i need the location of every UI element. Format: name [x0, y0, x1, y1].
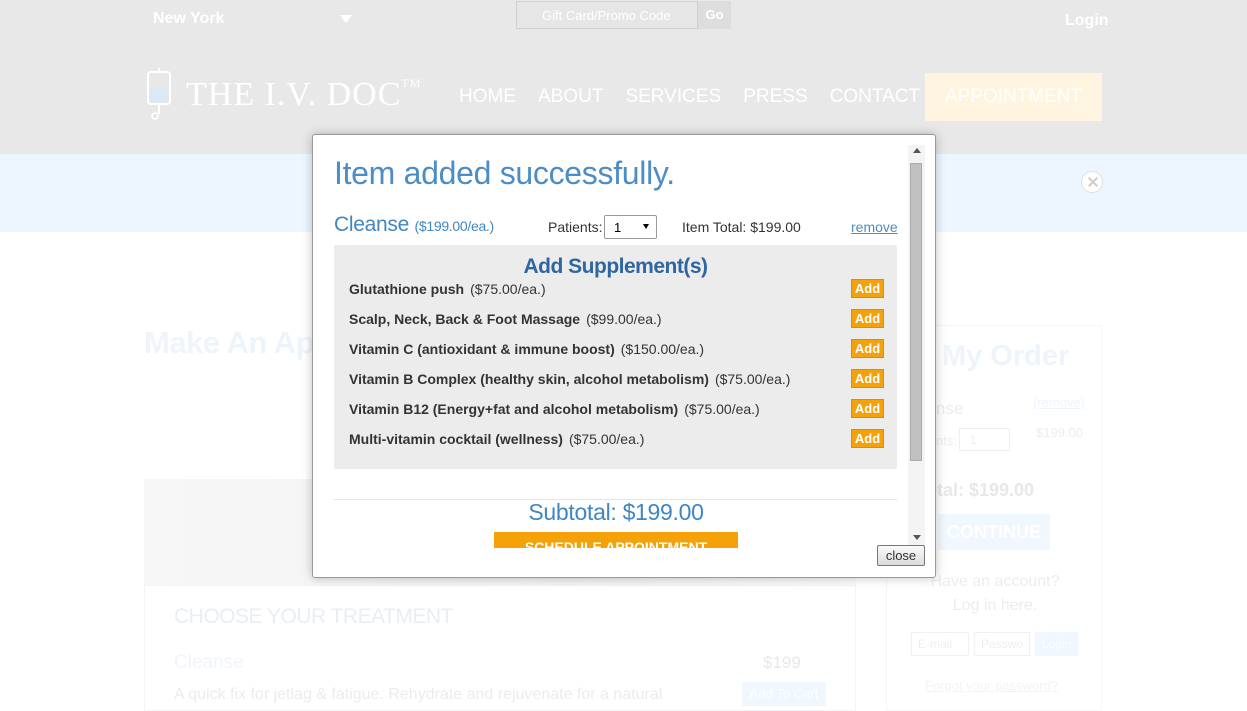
supplement-name: Vitamin B12 (Energy+fat and alcohol meta…	[349, 401, 760, 417]
promo-go-button[interactable]: Go	[698, 1, 731, 29]
order-total: otal: $199.00	[926, 480, 1035, 500]
add-to-cart-button[interactable]: Add To Cart	[742, 682, 826, 706]
log-in-here-line: Log in here.	[952, 597, 1038, 614]
supplement-price: ($75.00/ea.)	[470, 281, 546, 297]
have-account-line: Have an account?	[930, 573, 1060, 590]
city-select[interactable]: New York	[153, 10, 353, 30]
close-button[interactable]: close	[877, 545, 925, 566]
schedule-appointment-button[interactable]: SCHEDULE APPOINTMENT	[494, 532, 738, 548]
forgot-password-link[interactable]: Forgot your password?	[925, 678, 1058, 693]
modal-scrollbar[interactable]	[908, 145, 925, 545]
supplement-row: Glutathione push ($75.00/ea.) Add	[349, 279, 884, 301]
password-field[interactable]: Passwo	[974, 632, 1030, 656]
treatment-description: A quick fix for jetlag & fatigue. Rehydr…	[174, 686, 663, 703]
modal-item-unit-price: ($199.00/ea.)	[414, 218, 495, 234]
brand-logo[interactable]: THE I.V. DOCTM	[186, 76, 421, 114]
order-patients-select[interactable]: 1	[959, 428, 1010, 451]
header-login-link[interactable]: Login	[1065, 12, 1109, 30]
treatment-price: $199	[763, 653, 801, 672]
supplement-name: Vitamin C (antioxidant & immune boost) ($…	[349, 341, 704, 357]
scroll-up-icon[interactable]	[913, 148, 921, 153]
chevron-down-icon[interactable]	[643, 224, 649, 229]
modal-item-title: Cleanse	[334, 213, 409, 236]
supplement-label: Vitamin B Complex (healthy skin, alcohol…	[349, 371, 709, 387]
supplements-panel: Add Supplement(s) Glutathione push ($75.0…	[334, 245, 897, 469]
promo-code-input[interactable]: Gift Card/Promo Code	[516, 1, 698, 29]
supplement-price: ($99.00/ea.)	[586, 311, 662, 327]
order-item-name: nse	[936, 399, 964, 418]
email-field[interactable]: E-mail	[911, 632, 969, 656]
treatment-heading: CHOOSE YOUR TREATMENT	[174, 605, 453, 628]
nav-about[interactable]: ABOUT	[538, 86, 603, 108]
supplement-label: Multi-vitamin cocktail (wellness)	[349, 431, 563, 447]
continue-button[interactable]: CONTINUE	[938, 514, 1050, 550]
patients-select[interactable]: 1	[604, 215, 657, 239]
sidebar-login-button[interactable]: Login	[1035, 632, 1078, 656]
supplement-price: ($150.00/ea.)	[620, 341, 705, 357]
supplement-label: Glutathione push	[349, 281, 465, 297]
supplement-row: Vitamin B Complex (healthy skin, alcohol…	[349, 369, 884, 391]
subtotal: Subtotal: $199.00	[528, 499, 704, 525]
close-icon[interactable]	[1081, 171, 1103, 193]
appointment-button[interactable]: APPOINTMENT	[925, 73, 1102, 121]
supplement-price: ($75.00/ea.)	[568, 431, 645, 447]
supplement-row: Vitamin C (antioxidant & immune boost) ($…	[349, 339, 884, 361]
supplement-label: Scalp, Neck, Back & Foot Massage	[349, 311, 581, 327]
treatment-name: Cleanse	[174, 652, 244, 673]
order-remove-link[interactable]: (remove)	[1033, 395, 1085, 410]
supplement-row: Vitamin B12 (Energy+fat and alcohol meta…	[349, 399, 884, 421]
scroll-thumb[interactable]	[910, 163, 922, 461]
order-patients-label: nts:	[936, 433, 957, 448]
add-supplement-button[interactable]: Add	[851, 279, 884, 298]
supplement-row: Scalp, Neck, Back & Foot Massage ($99.00/…	[349, 309, 884, 331]
nav-home[interactable]: HOME	[459, 86, 516, 108]
supplement-name: Multi-vitamin cocktail (wellness) ($75.00…	[349, 431, 644, 447]
nav-services[interactable]: SERVICES	[625, 86, 721, 108]
supplement-name: Vitamin B Complex (healthy skin, alcohol…	[349, 371, 790, 387]
item-added-modal: Item added successfully. Cleanse ($199.0…	[312, 134, 936, 578]
supplement-name: Scalp, Neck, Back & Foot Massage ($99.00/…	[349, 311, 662, 327]
iv-bag-logo-icon	[147, 68, 171, 120]
order-title: My Order	[942, 340, 1070, 372]
nav-press[interactable]: PRESS	[743, 86, 807, 108]
item-total: Item Total: $199.00	[682, 219, 801, 235]
remove-item-link[interactable]: remove	[851, 219, 898, 235]
main-nav: HOME ABOUT SERVICES PRESS CONTACT	[459, 86, 920, 108]
supplement-price: ($75.00/ea.)	[684, 401, 760, 417]
add-supplement-button[interactable]: Add	[851, 399, 884, 418]
add-supplement-button[interactable]: Add	[851, 309, 884, 328]
add-supplement-button[interactable]: Add	[851, 369, 884, 388]
nav-contact[interactable]: CONTACT	[830, 86, 920, 108]
add-supplement-button[interactable]: Add	[851, 339, 884, 358]
scroll-down-icon[interactable]	[913, 535, 921, 540]
modal-title: Item added successfully.	[334, 155, 675, 191]
order-item-price: $199.00	[1036, 425, 1083, 440]
supplements-title: Add Supplement(s)	[523, 255, 709, 278]
supplement-name: Glutathione push ($75.00/ea.)	[349, 281, 546, 297]
add-supplement-button[interactable]: Add	[851, 429, 884, 448]
supplement-row: Multi-vitamin cocktail (wellness) ($75.00…	[349, 429, 884, 451]
supplement-label: Vitamin C (antioxidant & immune boost)	[349, 341, 615, 357]
modal-item-name: Cleanse ($199.00/ea.)	[334, 213, 494, 237]
patients-label: Patients:	[548, 219, 603, 235]
have-account-text: Have an account? Log in here.	[926, 570, 1064, 618]
supplement-price: ($75.00/ea.)	[714, 371, 791, 387]
supplement-label: Vitamin B12 (Energy+fat and alcohol meta…	[349, 401, 679, 417]
chevron-down-icon[interactable]	[340, 15, 352, 23]
